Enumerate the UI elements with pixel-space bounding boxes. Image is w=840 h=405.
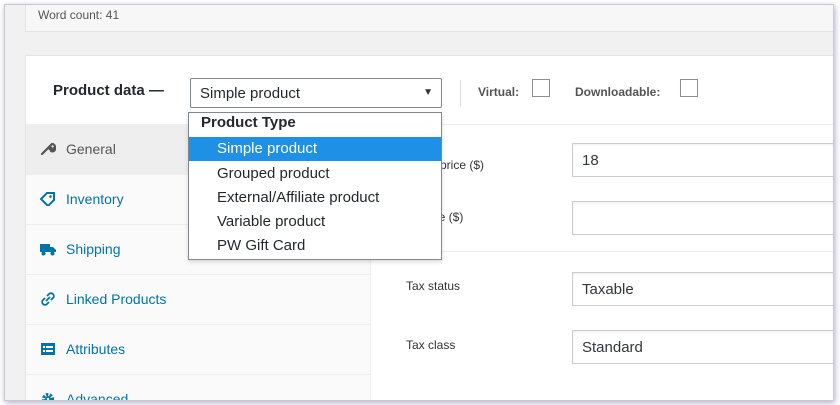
tax-class-select[interactable]: Standard: [572, 330, 833, 364]
option-label: External/Affiliate product: [217, 189, 380, 206]
chevron-down-icon: ▼: [423, 87, 433, 98]
truck-icon: [40, 244, 56, 256]
downloadable-checkbox[interactable]: [680, 79, 698, 97]
regular-price-input[interactable]: 18: [572, 143, 833, 177]
regular-price-value: 18: [582, 152, 599, 169]
dropdown-option-pw-gift-card[interactable]: PW Gift Card: [189, 234, 441, 258]
list-icon: [41, 343, 55, 355]
tax-status-select[interactable]: Taxable: [572, 272, 833, 306]
option-label: Variable product: [217, 213, 326, 230]
tab-label: Attributes: [66, 341, 126, 357]
tab-label: Shipping: [66, 241, 121, 257]
word-count: Word count: 41: [38, 8, 120, 22]
wrench-icon: [40, 142, 56, 156]
tab-label: Inventory: [66, 191, 124, 207]
tab-attributes[interactable]: Attributes: [26, 325, 370, 375]
tax-status-value: Taxable: [582, 281, 634, 298]
dropdown-option-simple-product[interactable]: Simple product: [189, 137, 441, 161]
gear-icon: [42, 393, 54, 400]
virtual-label: Virtual:: [478, 85, 520, 99]
word-count-bar: Word count: 41: [25, 5, 833, 32]
dropdown-option-variable-product[interactable]: Variable product: [189, 210, 441, 234]
tab-linked-products[interactable]: Linked Products: [26, 275, 370, 325]
dropdown-option-external-product[interactable]: External/Affiliate product: [189, 186, 441, 210]
product-type-value: Simple product: [200, 85, 301, 102]
tab-label: General: [66, 141, 116, 157]
sale-price-input[interactable]: [572, 201, 833, 235]
option-label: PW Gift Card: [217, 237, 306, 254]
header-divider: [460, 80, 461, 106]
tab-label: Linked Products: [66, 291, 167, 307]
product-data-label: Product data —: [53, 82, 164, 99]
virtual-checkbox[interactable]: [532, 79, 550, 97]
option-label: Simple product: [217, 140, 318, 157]
tax-status-label: Tax status: [406, 279, 461, 293]
downloadable-label: Downloadable:: [575, 85, 661, 99]
dropdown-option-grouped-product[interactable]: Grouped product: [189, 162, 441, 186]
tax-class-label: Tax class: [406, 338, 456, 352]
tag-icon: [40, 192, 55, 206]
tab-advanced[interactable]: Advanced: [26, 375, 370, 401]
tax-class-value: Standard: [582, 339, 643, 356]
link-icon: [41, 292, 55, 306]
product-type-select[interactable]: Simple product ▼: [190, 78, 442, 108]
product-type-dropdown: Product Type Simple product Grouped prod…: [188, 112, 442, 260]
tab-label: Advanced: [66, 391, 129, 401]
screenshot-frame: Word count: 41 Product data — Simple pro…: [4, 4, 834, 401]
dropdown-group-label: Product Type: [201, 114, 296, 131]
option-label: Grouped product: [217, 165, 330, 182]
